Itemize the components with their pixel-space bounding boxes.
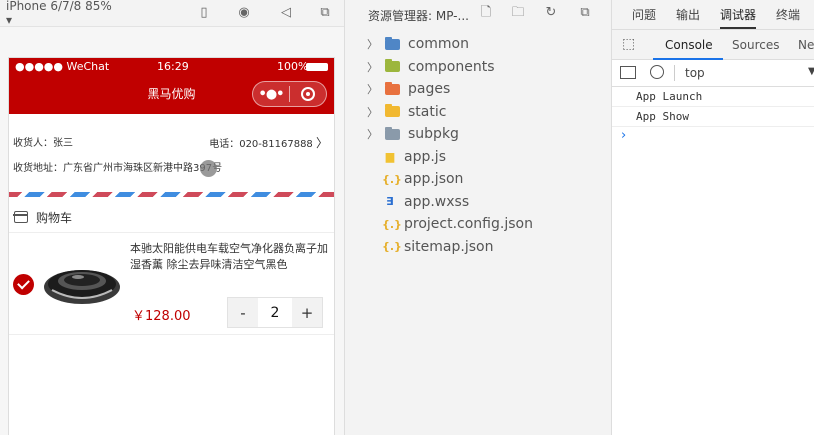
chevron-right-icon[interactable]: 〉: [358, 81, 378, 97]
folder-icon: [385, 36, 400, 50]
select-radio[interactable]: [13, 274, 34, 295]
tab-terminal[interactable]: 终端: [776, 6, 800, 23]
product-price: ￥128.00: [132, 309, 191, 324]
chevron-right-icon[interactable]: 〉: [358, 36, 378, 52]
wxss-file-icon: ∃: [386, 195, 394, 208]
folder-item[interactable]: 〉 subpkg: [348, 123, 610, 145]
cart-header: 购物车: [9, 202, 334, 233]
tree-item-label: project.config.json: [404, 216, 533, 232]
explorer-header: 资源管理器: MP-... 🗋 🗀 ↻ ⧉: [348, 0, 610, 27]
menu-capsule: •●•: [252, 81, 327, 107]
tree-item-label: pages: [408, 81, 451, 97]
tree-item-label: sitemap.json: [404, 238, 494, 255]
console-log: App Show: [612, 107, 814, 127]
address-border-stripe: [9, 192, 334, 197]
simulator-panel: iPhone 6/7/8 85% ▾ ▯ ◉ ◁ ⧉ ●●●●● WeChat …: [0, 0, 345, 435]
address-detail: 收货地址：广东省广州市海珠区新港中路397号: [13, 163, 223, 174]
increase-button[interactable]: +: [292, 298, 322, 327]
explorer-panel: 资源管理器: MP-... 🗋 🗀 ↻ ⧉ 〉 common 〉 components…: [348, 0, 610, 435]
nav-bar: 黑马优购 •●•: [9, 75, 334, 114]
file-item[interactable]: {.} sitemap.json: [348, 236, 610, 258]
more-menu-icon[interactable]: •●•: [253, 87, 289, 102]
product-image[interactable]: [42, 260, 122, 308]
chevron-right-icon: 〉: [315, 136, 328, 150]
chevron-right-icon[interactable]: 〉: [358, 59, 378, 75]
receiver-label: 收货人：张三: [13, 138, 73, 149]
phone-icon[interactable]: ▯: [196, 5, 212, 21]
sidebar-toggle-icon[interactable]: [620, 66, 636, 79]
tree-item-label: subpkg: [408, 126, 459, 142]
tab-output[interactable]: 输出: [676, 6, 700, 23]
clear-console-icon[interactable]: [650, 65, 664, 79]
status-bar: ●●●●● WeChat 16:29 100%: [9, 58, 334, 75]
console-log: App Launch: [612, 87, 814, 107]
folder-icon: [385, 59, 400, 72]
folder-item[interactable]: 〉 common: [348, 33, 610, 55]
devtools-tabs: ⬚ Console Sources Ne: [612, 30, 814, 60]
json-file-icon: {.}: [382, 240, 402, 253]
json-file-icon: {.}: [382, 172, 402, 186]
address-block[interactable]: 收货人：张三 电话：020-81167888 〉 收货地址：广东省广州市海珠区新…: [9, 134, 334, 174]
touch-cursor: [200, 160, 217, 177]
new-file-icon[interactable]: 🗋: [478, 5, 494, 21]
tree-item-label: common: [408, 36, 469, 52]
record-icon[interactable]: ◉: [236, 5, 252, 21]
simulator-toolbar: iPhone 6/7/8 85% ▾ ▯ ◉ ◁ ⧉: [0, 0, 344, 27]
inspect-icon[interactable]: ⬚: [622, 36, 635, 52]
chevron-right-icon[interactable]: 〉: [358, 126, 378, 142]
battery-icon: [306, 63, 328, 71]
js-file-icon: ▆: [385, 150, 395, 163]
speaker-icon[interactable]: ◁: [278, 5, 294, 21]
cart-title: 购物车: [36, 210, 73, 225]
folder-icon: [385, 81, 400, 95]
file-item[interactable]: ∃ app.wxss: [348, 191, 610, 213]
toolbar-divider: [674, 65, 675, 81]
shop-icon: [13, 211, 28, 223]
devtools-panel: 问题 输出 调试器 终端 ⬚ Console Sources Ne top ▼ …: [611, 0, 814, 435]
chevron-down-icon[interactable]: ▼: [808, 66, 814, 77]
quantity-stepper: - 2 +: [227, 297, 323, 328]
folder-item[interactable]: 〉 pages: [348, 78, 610, 100]
tab-console[interactable]: Console: [665, 38, 713, 52]
tree-item-label: static: [408, 103, 447, 120]
decrease-button[interactable]: -: [228, 298, 258, 327]
product-name: 本驰太阳能供电车载空气净化器负离子加湿香薰 除尘去异味清洁空气黑色: [130, 242, 328, 271]
folder-item[interactable]: 〉 static: [348, 101, 610, 123]
file-item[interactable]: ▆ app.js: [348, 146, 610, 168]
tree-item-label: app.js: [404, 148, 446, 165]
device-selector[interactable]: iPhone 6/7/8 85% ▾: [6, 0, 116, 27]
console-toolbar: top ▼: [612, 60, 814, 87]
context-selector[interactable]: top: [685, 66, 705, 80]
bottom-panel-tabs: 问题 输出 调试器 终端: [612, 0, 814, 30]
quantity-value[interactable]: 2: [258, 298, 292, 327]
chevron-right-icon[interactable]: 〉: [358, 104, 378, 120]
tree-item-label: app.json: [404, 171, 464, 187]
folder-icon: [385, 104, 400, 117]
window-icon[interactable]: ⧉: [317, 5, 333, 21]
explorer-title: 资源管理器: MP-...: [368, 9, 469, 23]
close-miniprogram-icon[interactable]: [290, 87, 326, 101]
tree-item-label: app.wxss: [404, 193, 470, 210]
cart-item[interactable]: 本驰太阳能供电车载空气净化器负离子加湿香薰 除尘去异味清洁空气黑色 ￥128.0…: [9, 234, 334, 335]
console-prompt[interactable]: ›: [612, 127, 814, 145]
json-file-icon: {.}: [382, 217, 402, 231]
folder-item[interactable]: 〉 components: [348, 56, 610, 78]
tree-item-label: components: [408, 58, 495, 75]
collapse-all-icon[interactable]: ⧉: [577, 5, 593, 21]
tab-network[interactable]: Ne: [798, 38, 814, 52]
phone-screen: ●●●●● WeChat 16:29 100% 黑马优购 •●• 收货人：张三 …: [8, 57, 335, 435]
refresh-icon[interactable]: ↻: [543, 5, 559, 21]
file-item[interactable]: {.} app.json: [348, 168, 610, 190]
folder-icon: [385, 126, 400, 140]
tab-debugger[interactable]: 调试器: [720, 6, 757, 29]
tab-problems[interactable]: 问题: [632, 6, 656, 23]
battery-label: 100%: [277, 60, 309, 73]
file-item[interactable]: {.} project.config.json: [348, 213, 610, 235]
status-time: 16:29: [157, 60, 189, 73]
new-folder-icon[interactable]: 🗀: [510, 5, 526, 21]
signal-indicator: ●●●●● WeChat: [15, 60, 110, 73]
tab-sources[interactable]: Sources: [732, 38, 779, 52]
phone-label: 电话：020-81167888 〉: [209, 136, 328, 150]
